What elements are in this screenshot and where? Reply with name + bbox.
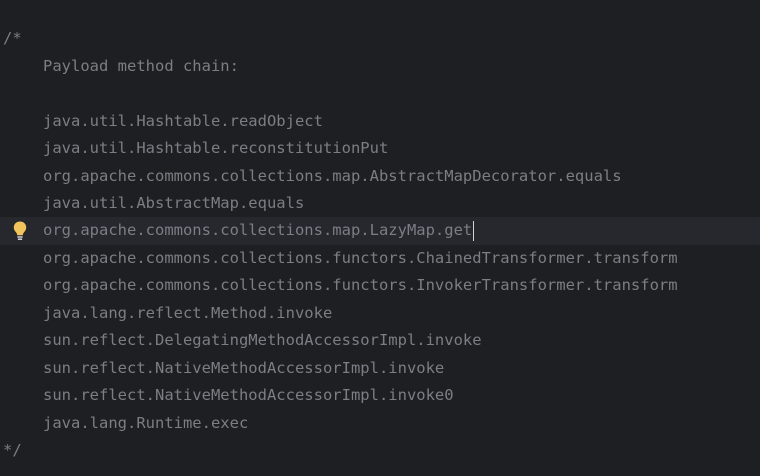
chain-line[interactable]: java.lang.Runtime.exec xyxy=(0,410,760,438)
chain-entry: sun.reflect.DelegatingMethodAccessorImpl… xyxy=(43,331,482,349)
comment-close-line[interactable]: */ xyxy=(0,437,760,465)
chain-line[interactable]: sun.reflect.DelegatingMethodAccessorImpl… xyxy=(0,327,760,355)
chain-entry: sun.reflect.NativeMethodAccessorImpl.inv… xyxy=(43,358,445,377)
chain-entry: org.apache.commons.collections.functors.… xyxy=(43,276,678,294)
chain-entry: java.lang.reflect.Method.invoke xyxy=(43,304,333,322)
blank-line[interactable] xyxy=(0,80,760,108)
comment-open-line[interactable]: /* xyxy=(0,25,760,53)
chain-line[interactable]: sun.reflect.NativeMethodAccessorImpl.inv… xyxy=(0,382,760,410)
chain-line[interactable]: org.apache.commons.collections.map.Abstr… xyxy=(0,163,760,191)
comment-open: /* xyxy=(3,29,22,47)
chain-line[interactable]: java.util.Hashtable.reconstitutionPut xyxy=(0,135,760,163)
chain-entry: org.apache.commons.collections.functors.… xyxy=(43,249,678,267)
chain-entry: org.apache.commons.collections.map.LazyM… xyxy=(43,221,473,239)
chain-entry: java.util.AbstractMap.equals xyxy=(43,194,305,212)
chain-line[interactable]: org.apache.commons.collections.functors.… xyxy=(0,272,760,300)
code-editor[interactable]: /* Payload method chain: java.util.Hasht… xyxy=(0,0,760,476)
chain-entry: sun.reflect.NativeMethodAccessorImpl.inv… xyxy=(43,386,454,404)
chain-line[interactable]: java.util.AbstractMap.equals xyxy=(0,190,760,218)
text-caret xyxy=(473,220,475,241)
current-line[interactable]: org.apache.commons.collections.map.LazyM… xyxy=(0,217,760,245)
chain-line[interactable]: org.apache.commons.collections.functors.… xyxy=(0,245,760,273)
chain-entry-current: org.apache.commons.collections.map.LazyM… xyxy=(43,217,475,245)
chain-line[interactable]: sun.reflect.NativeMethodAccessorImpl.inv… xyxy=(0,355,760,383)
comment-close: */ xyxy=(3,441,22,459)
comment-heading: Payload method chain: xyxy=(43,56,239,75)
chain-entry: java.lang.Runtime.exec xyxy=(43,413,249,432)
lightbulb-icon[interactable] xyxy=(12,220,28,242)
chain-entry: org.apache.commons.collections.map.Abstr… xyxy=(43,166,622,185)
chain-entry: java.util.Hashtable.reconstitutionPut xyxy=(43,139,389,157)
chain-line[interactable]: java.lang.reflect.Method.invoke xyxy=(0,300,760,328)
chain-entry: java.util.Hashtable.readObject xyxy=(43,111,323,130)
chain-line[interactable]: java.util.Hashtable.readObject xyxy=(0,108,760,136)
comment-heading-line[interactable]: Payload method chain: xyxy=(0,53,760,81)
